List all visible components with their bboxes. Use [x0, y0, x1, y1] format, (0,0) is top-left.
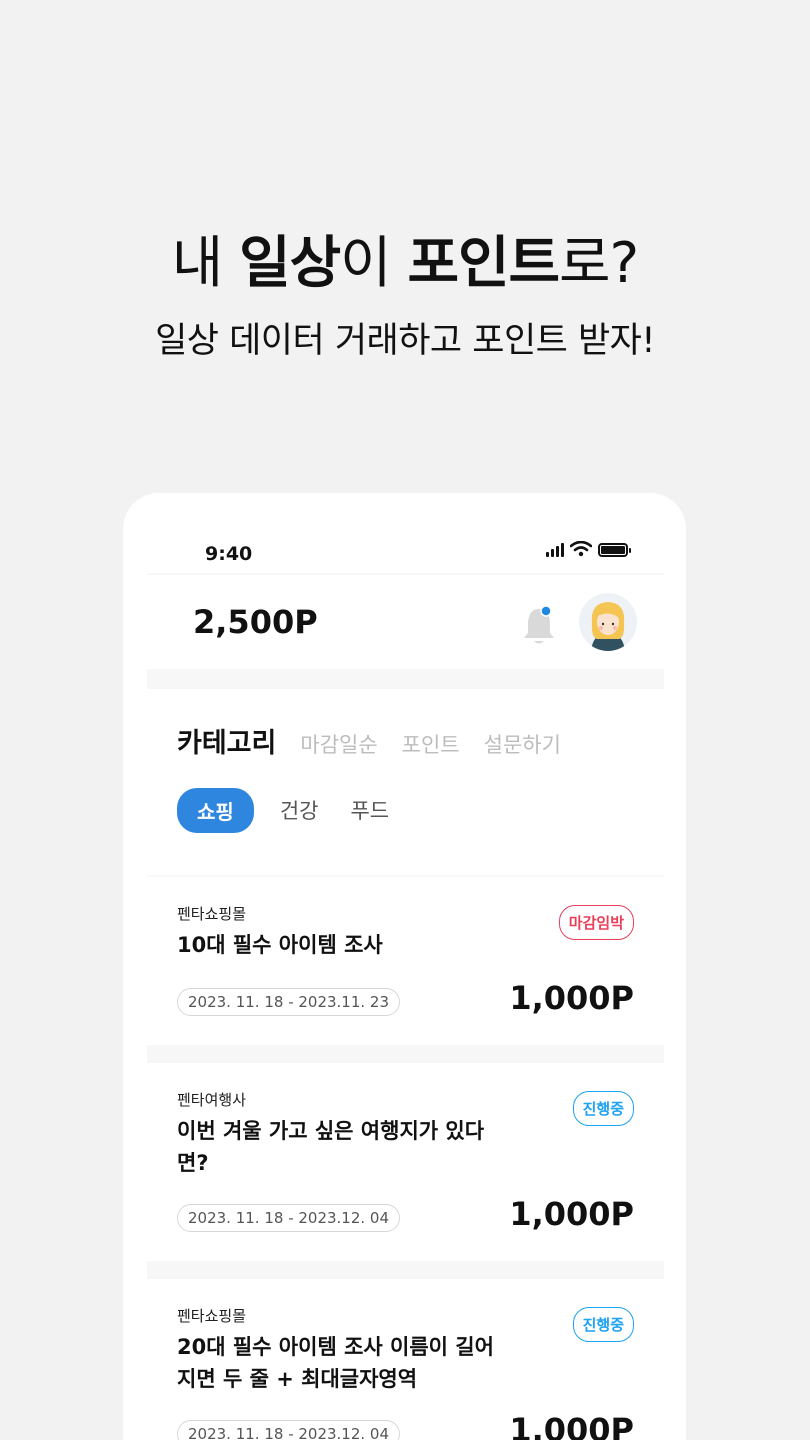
wifi-icon [570, 541, 592, 557]
avatar[interactable] [579, 593, 637, 651]
status-icons [546, 541, 631, 557]
survey-date-range: 2023. 11. 18 - 2023.12. 04 [177, 1204, 401, 1232]
headline-bold-points: 포인트 [407, 231, 560, 296]
survey-reward: 1,000P [509, 979, 634, 1017]
status-bar: 9:40 [147, 493, 664, 573]
bell-icon[interactable] [519, 603, 559, 647]
avatar-illustration-icon [591, 602, 625, 651]
survey-title: 20대 필수 아이템 조사 이름이 길어지면 두 줄 + 최대글자영역 [177, 1335, 494, 1391]
battery-icon [598, 543, 631, 557]
survey-reward: 1,000P [509, 1411, 634, 1440]
status-badge: 마감임박 [558, 905, 634, 940]
app-screen: 9:40 2,500P 카테고리 마감일순 포인트 설문하기 쇼핑 건강 푸드 … [147, 493, 664, 1440]
status-time: 9:40 [205, 543, 253, 565]
survey-company: 펜타여행사 [177, 1091, 247, 1109]
status-badge: 진행중 [572, 1091, 634, 1126]
tab-survey[interactable]: 설문하기 [484, 729, 561, 759]
tab-points[interactable]: 포인트 [402, 729, 460, 759]
headline-text-3: 로? [559, 231, 639, 296]
tab-deadline[interactable]: 마감일순 [300, 729, 377, 759]
survey-company: 펜타쇼핑몰 [177, 1307, 247, 1325]
survey-title: 이번 겨울 가고 싶은 여행지가 있다면? [177, 1119, 485, 1175]
signal-icon [546, 543, 564, 557]
chip-health[interactable]: 건강 [274, 787, 325, 833]
survey-reward: 1,000P [509, 1195, 634, 1233]
promo-headline: 내 일상이 포인트로? [0, 218, 810, 299]
survey-card[interactable]: 펜타쇼핑몰 10대 필수 아이템 조사 마감임박 2023. 11. 18 - … [147, 877, 664, 1045]
point-balance: 2,500P [193, 603, 318, 641]
survey-card[interactable]: 펜타쇼핑몰 20대 필수 아이템 조사 이름이 길어지면 두 줄 + 최대글자영… [147, 1279, 664, 1440]
survey-company: 펜타쇼핑몰 [177, 905, 247, 923]
status-badge: 진행중 [572, 1307, 634, 1342]
tab-category[interactable]: 카테고리 [177, 721, 276, 760]
survey-title: 10대 필수 아이템 조사 [177, 933, 383, 957]
filter-panel: 카테고리 마감일순 포인트 설문하기 쇼핑 건강 푸드 [147, 689, 664, 875]
survey-date-range: 2023. 11. 18 - 2023.11. 23 [177, 988, 401, 1016]
headline-text-2: 이 [340, 231, 408, 296]
survey-date-range: 2023. 11. 18 - 2023.12. 04 [177, 1420, 401, 1440]
sort-tabs: 카테고리 마감일순 포인트 설문하기 [177, 721, 561, 760]
notification-dot [540, 605, 552, 617]
chip-shopping[interactable]: 쇼핑 [177, 787, 254, 833]
points-header: 2,500P [147, 575, 664, 669]
promo-subline: 일상 데이터 거래하고 포인트 받자! [155, 321, 655, 361]
phone-mockup: 9:40 2,500P 카테고리 마감일순 포인트 설문하기 쇼핑 건강 푸드 … [123, 493, 686, 1440]
headline-text-1: 내 [171, 231, 240, 296]
category-chips: 쇼핑 건강 푸드 [177, 787, 395, 833]
survey-card[interactable]: 펜타여행사 이번 겨울 가고 싶은 여행지가 있다면? 진행중 2023. 11… [147, 1063, 664, 1261]
chip-food[interactable]: 푸드 [344, 787, 395, 833]
headline-bold-daily: 일상 [239, 231, 341, 296]
